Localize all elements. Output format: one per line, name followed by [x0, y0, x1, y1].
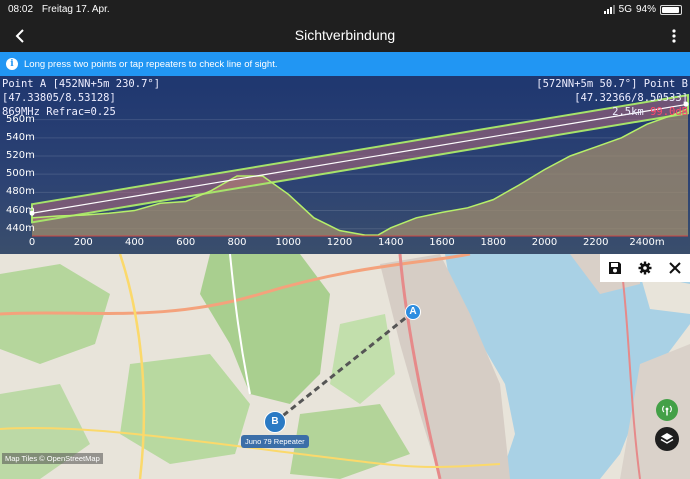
x-tick-label: 2000 — [531, 237, 558, 248]
path-loss: 99.0dB — [650, 106, 688, 118]
x-tick-label: 0 — [28, 237, 36, 248]
map-tiles — [0, 254, 690, 479]
point-a-coords: [47.33805/8.53128] — [2, 92, 116, 104]
x-tick-label: 600 — [176, 237, 196, 248]
antenna-icon — [662, 405, 672, 416]
point-b-coords: [47.32366/8.50533] — [574, 92, 688, 104]
marker-point-b[interactable]: B — [264, 411, 286, 433]
x-tick-label: 1800 — [480, 237, 506, 248]
x-tick-label: 2200 — [583, 237, 609, 248]
frequency-refraction: 869MHz Refrac=0.25 — [2, 106, 116, 118]
y-tick-label: 520m — [6, 150, 35, 161]
x-tick-label: 400 — [124, 237, 145, 248]
point-b-title: [572NN+5m 50.7°] Point B — [536, 78, 688, 90]
info-icon: i — [6, 58, 18, 70]
battery-icon — [660, 4, 682, 15]
map-toolbar — [600, 254, 690, 282]
x-tick-label: 1400 — [378, 237, 404, 248]
battery-percent: 94% — [635, 4, 656, 15]
settings-button[interactable] — [635, 258, 655, 278]
repeaters-button[interactable] — [656, 399, 678, 421]
y-tick-label: 540m — [6, 131, 35, 143]
network-type: 5G — [618, 4, 632, 15]
close-button[interactable] — [665, 258, 685, 278]
app-bar: Sichtverbindung — [0, 20, 690, 52]
layers-button[interactable] — [655, 427, 679, 451]
y-tick-label: 480m — [6, 186, 35, 198]
repeater-label: Juno 79 Repeater — [241, 435, 309, 448]
more-vert-icon — [672, 29, 676, 43]
x-tick-label: 200 — [73, 237, 93, 248]
info-banner-text: Long press two points or tap repeaters t… — [24, 58, 278, 70]
info-banner: i Long press two points or tap repeaters… — [0, 52, 690, 76]
page-title: Sichtverbindung — [294, 27, 396, 43]
save-button[interactable] — [605, 258, 625, 278]
signal-icon — [603, 5, 615, 14]
y-tick-label: 500m — [6, 168, 35, 180]
elevation-profile[interactable]: 440m 460m 480m 500m 520m 540m 560m 0 200 400 600 8… — [0, 76, 690, 254]
gear-icon — [638, 261, 652, 275]
x-tick-label: 800 — [227, 237, 247, 248]
status-time: 08:02 — [8, 4, 34, 15]
close-icon — [669, 262, 681, 274]
point-a-title: Point A [452NN+5m 230.7°] — [2, 78, 161, 90]
x-tick-label: 2400m — [629, 237, 665, 248]
x-tick-label: 1000 — [275, 237, 301, 248]
status-date: Freitag 17. Apr. — [41, 4, 110, 15]
marker-point-a[interactable]: A — [405, 304, 421, 320]
save-icon — [609, 262, 621, 274]
status-bar: 08:02 Freitag 17. Apr. 5G 94% — [0, 0, 690, 20]
point-a-info: Point A [452NN+5m 230.7°] [47.33805/8.53… — [2, 77, 160, 119]
link-distance: 2.5km — [612, 106, 644, 118]
more-menu-button[interactable] — [664, 24, 684, 48]
point-b-info: [572NN+5m 50.7°] Point B [47.32366/8.505… — [536, 77, 688, 119]
map-view[interactable]: A B Juno 79 Repeater Map Tiles © OpenStr… — [0, 254, 690, 479]
y-tick-label: 460m — [6, 204, 35, 216]
map-attribution: Map Tiles © OpenStreetMap — [2, 453, 103, 464]
x-tick-label: 1200 — [326, 237, 353, 248]
x-tick-label: 1600 — [429, 237, 455, 248]
y-tick-label: 440m — [6, 222, 35, 234]
layers-icon — [660, 433, 674, 444]
